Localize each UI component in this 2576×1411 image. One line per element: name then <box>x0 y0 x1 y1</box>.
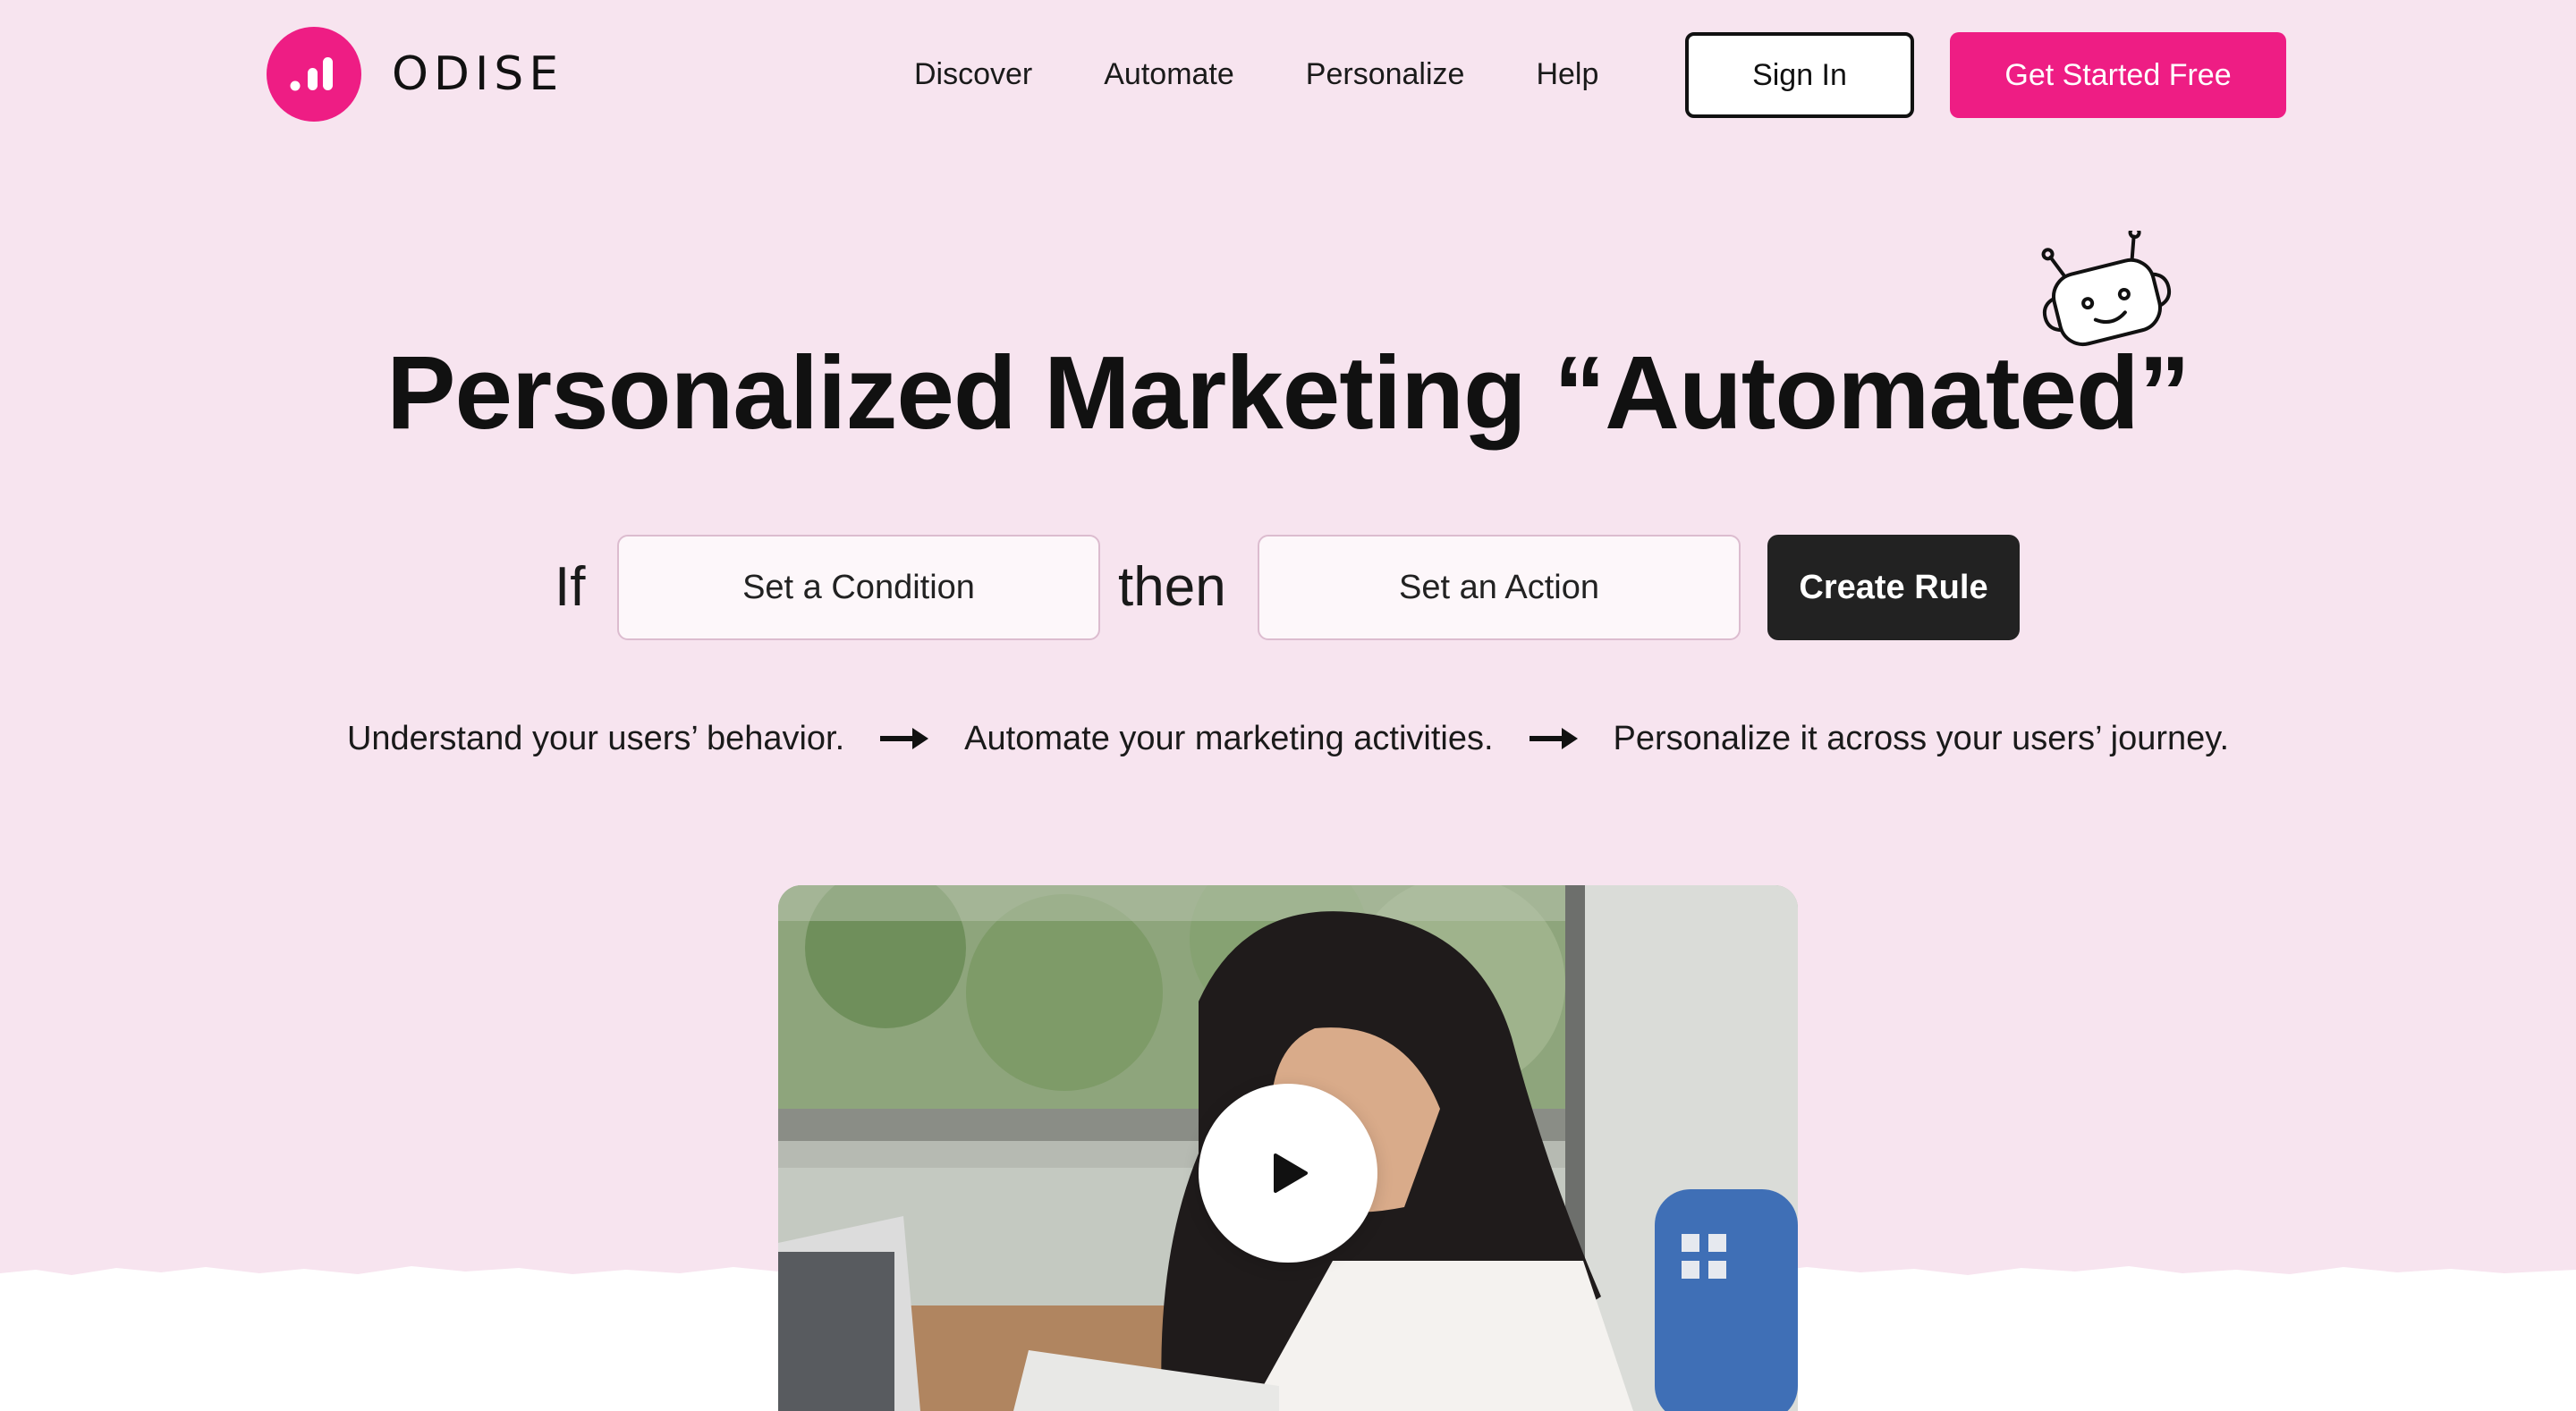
step-understand: Understand your users’ behavior. <box>346 719 845 757</box>
hero-title: Personalized Marketing “Automated” <box>386 334 2190 451</box>
rule-builder: If Set a Condition then Set an Action Cr… <box>0 535 2576 640</box>
then-label: then <box>1118 556 1226 618</box>
play-button[interactable] <box>1199 1084 1377 1263</box>
value-steps: Understand your users’ behavior. Automat… <box>0 712 2576 765</box>
get-started-button[interactable]: Get Started Free <box>1950 32 2286 118</box>
nav-link-help[interactable]: Help <box>1536 49 1598 99</box>
play-icon <box>1274 1153 1308 1193</box>
step-automate: Automate your marketing activities. <box>964 719 1494 757</box>
main-nav: Discover Automate Personalize Help <box>914 49 1598 99</box>
brand-name: ODISE <box>392 47 564 101</box>
bar-chart-icon <box>267 27 361 122</box>
nav-link-automate[interactable]: Automate <box>1104 49 1234 99</box>
robot-icon <box>2041 231 2172 347</box>
brand-logo[interactable]: ODISE <box>267 27 564 122</box>
condition-select[interactable]: Set a Condition <box>617 535 1100 640</box>
site-header: ODISE Discover Automate Personalize Help… <box>0 0 2576 152</box>
step-personalize: Personalize it across your users’ journe… <box>1613 719 2230 757</box>
video-player[interactable] <box>778 885 1798 1411</box>
create-rule-button[interactable]: Create Rule <box>1767 535 2020 640</box>
if-label: If <box>555 556 586 618</box>
arrow-right-icon <box>880 728 929 749</box>
nav-link-discover[interactable]: Discover <box>914 49 1032 99</box>
action-select[interactable]: Set an Action <box>1258 535 1741 640</box>
sign-in-button[interactable]: Sign In <box>1685 32 1914 118</box>
arrow-right-icon <box>1529 728 1578 749</box>
nav-link-personalize[interactable]: Personalize <box>1306 49 1465 99</box>
